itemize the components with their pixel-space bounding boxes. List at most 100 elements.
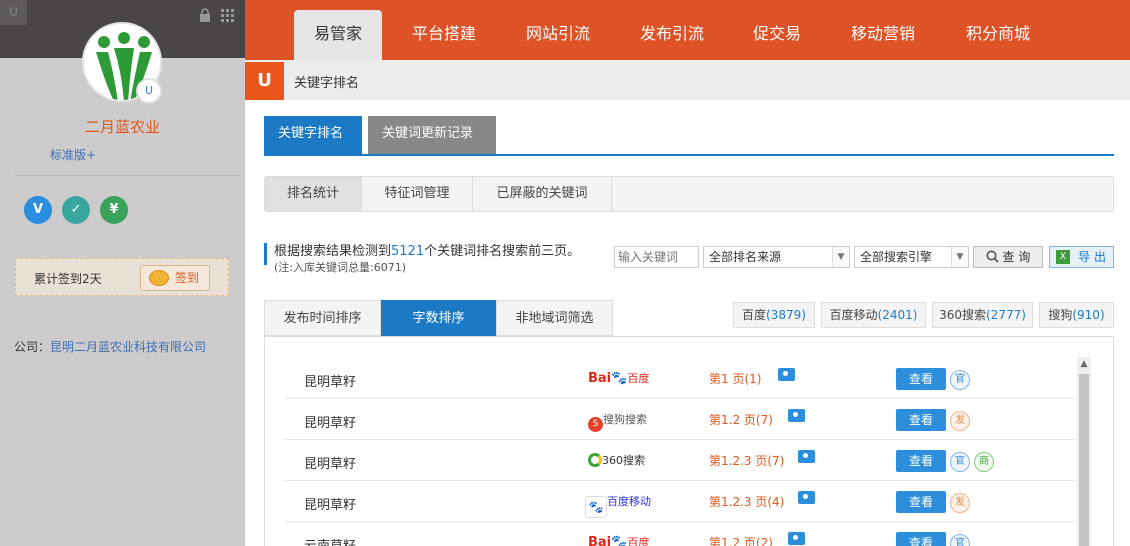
info-summary: 根据搜索结果检测到5121个关键词排名搜索前三页。 [274, 240, 580, 259]
publish-tag-icon: 发 [950, 411, 970, 431]
apps-grid-icon[interactable] [221, 9, 234, 22]
excel-icon: X [1056, 250, 1070, 264]
merchant-tag-icon: 商 [974, 452, 994, 472]
engine-count-name: 360搜索 [939, 308, 986, 322]
main-tabs: 关键字排名 关键词更新记录 [264, 116, 1114, 156]
sort-tab-publish-time[interactable]: 发布时间排序 [264, 300, 381, 336]
engine-count-value: (2401) [877, 308, 918, 322]
query-button-label: 查 询 [1002, 250, 1031, 264]
view-button[interactable]: 查看 [896, 532, 946, 546]
source-select[interactable]: 全部排名来源 ▼ [703, 246, 850, 268]
verified-badge-icon: U [136, 78, 162, 104]
company-name: 二月蓝农业 [84, 118, 160, 136]
nav-item-publish-traffic[interactable]: 发布引流 [628, 10, 716, 60]
app-logo-icon: U [245, 62, 284, 100]
info-count: 5121 [391, 244, 425, 259]
keyword-cell: 昆明草籽 [304, 416, 357, 431]
camera-icon[interactable] [798, 491, 815, 504]
company-info: 公司：昆明二月蓝农业科技有限公司 [14, 338, 206, 355]
checkin-button-label: 签到 [174, 271, 199, 285]
keyword-cell: 云南草籽 [304, 535, 356, 546]
rank-cell: 第1.2 页(7) [709, 413, 773, 427]
source-select-value: 全部排名来源 [709, 250, 782, 264]
corner-logo-icon[interactable]: U [0, 0, 27, 25]
nav-item-yiguanjia[interactable]: 易管家 [294, 10, 382, 60]
search-icon [986, 250, 999, 263]
keyword-list: 昆明草籽 Bai🐾百度 第1 页(1) 查看 官 昆明草籽 S 搜狗搜索 第1.2… [264, 336, 1114, 546]
view-button[interactable]: 查看 [896, 409, 946, 431]
view-button[interactable]: 查看 [896, 491, 946, 513]
query-button[interactable]: 查 询 [973, 246, 1043, 268]
keyword-cell: 昆明草籽 [304, 498, 357, 513]
sort-tab-non-region[interactable]: 非地域词筛选 [496, 300, 613, 336]
v-verify-icon[interactable]: V [24, 196, 52, 224]
export-button-label: 导 出 [1078, 250, 1106, 264]
engine-count-value: (2777) [986, 308, 1026, 322]
breadcrumb: U 关键字排名 [245, 60, 1130, 100]
subtab-blocked-words[interactable]: 已屏蔽的关键词 [473, 177, 612, 211]
view-button[interactable]: 查看 [896, 450, 946, 472]
checkin-count: 累计签到2天 [34, 272, 102, 286]
engine-count-baidu-mobile[interactable]: 百度移动(2401) [821, 302, 926, 328]
info-note: (注:入库关键词总量:6071) [274, 261, 406, 274]
keyword-search-input[interactable] [614, 246, 699, 268]
top-nav: 易管家 平台搭建 网站引流 发布引流 促交易 移动营销 积分商城 [245, 0, 1130, 60]
tab-keyword-rank[interactable]: 关键字排名 [264, 116, 362, 154]
coin-icon [149, 270, 169, 286]
table-row: 昆明草籽 🐾 百度移动 第1.2.3 页(4) 查看 发 [285, 481, 1076, 522]
baidu-logo-icon: Bai🐾百度 [588, 371, 650, 386]
engine-count-value: (910) [1072, 308, 1105, 322]
company-label: 公司： [14, 340, 51, 354]
chevron-down-icon: ▼ [832, 247, 849, 267]
nav-item-mobile[interactable]: 移动营销 [839, 10, 927, 60]
page-title: 关键字排名 [294, 76, 360, 91]
subtab-rank-stats[interactable]: 排名统计 [265, 177, 362, 211]
keyword-cell: 昆明草籽 [304, 375, 357, 390]
scrollbar-thumb[interactable] [1079, 374, 1089, 546]
camera-icon[interactable] [788, 532, 805, 545]
lock-icon[interactable] [199, 8, 211, 22]
sort-tab-word-count[interactable]: 字数排序 [381, 300, 496, 336]
official-tag-icon: 官 [950, 452, 970, 472]
engine-count-baidu[interactable]: 百度(3879) [733, 302, 815, 328]
so360-logo-icon: 360搜索 [588, 450, 645, 472]
baidu-logo-icon: Bai🐾百度 [588, 535, 650, 546]
rank-cell: 第1 页(1) [709, 372, 762, 386]
sogou-logo-icon: S 搜狗搜索 [588, 409, 647, 432]
nav-item-site-traffic[interactable]: 网站引流 [514, 10, 602, 60]
table-row: 昆明草籽 S 搜狗搜索 第1.2 页(7) 查看 发 [285, 399, 1076, 440]
nav-item-platform[interactable]: 平台搭建 [400, 10, 488, 60]
company-link[interactable]: 昆明二月蓝农业科技有限公司 [50, 340, 206, 354]
engine-count-sogou[interactable]: 搜狗(910) [1039, 302, 1114, 328]
camera-icon[interactable] [788, 409, 805, 422]
info-prefix: 根据搜索结果检测到 [274, 244, 392, 259]
view-button[interactable]: 查看 [896, 368, 946, 390]
subtab-feature-words[interactable]: 特征词管理 [362, 177, 473, 211]
sidebar: U U 二月蓝农业 标准版+ V ✓ ¥ 累计签到2天 签到 公司：昆明二月蓝农… [0, 0, 245, 546]
checkin-button[interactable]: 签到 [140, 265, 210, 291]
publish-tag-icon: 发 [950, 493, 970, 513]
engine-count-name: 百度 [742, 308, 767, 322]
table-row: 昆明草籽 Bai🐾百度 第1 页(1) 查看 官 [285, 358, 1076, 399]
shield-icon[interactable]: ✓ [62, 196, 90, 224]
official-tag-icon: 官 [950, 534, 970, 546]
keyword-cell: 昆明草籽 [304, 457, 357, 472]
engine-select[interactable]: 全部搜索引擎 ▼ [854, 246, 969, 268]
export-button[interactable]: X 导 出 [1049, 246, 1114, 268]
rank-cell: 第1.2 页(2) [709, 536, 773, 546]
divider [15, 175, 240, 176]
nav-item-points-mall[interactable]: 积分商城 [954, 10, 1042, 60]
scrollbar[interactable]: ▲ [1077, 357, 1091, 546]
yuan-icon[interactable]: ¥ [100, 196, 128, 224]
engine-select-value: 全部搜索引擎 [860, 250, 933, 264]
sub-tabs: 排名统计 特征词管理 已屏蔽的关键词 [264, 176, 1114, 212]
edition-link[interactable]: 标准版+ [50, 146, 96, 163]
official-tag-icon: 官 [950, 370, 970, 390]
scroll-up-icon[interactable]: ▲ [1077, 357, 1091, 371]
engine-count-360[interactable]: 360搜索(2777) [932, 302, 1033, 328]
nav-item-trade[interactable]: 促交易 [733, 10, 821, 60]
engine-count-name: 搜狗 [1048, 308, 1073, 322]
tab-update-log[interactable]: 关键词更新记录 [368, 116, 496, 154]
camera-icon[interactable] [778, 368, 795, 381]
camera-icon[interactable] [798, 450, 815, 463]
